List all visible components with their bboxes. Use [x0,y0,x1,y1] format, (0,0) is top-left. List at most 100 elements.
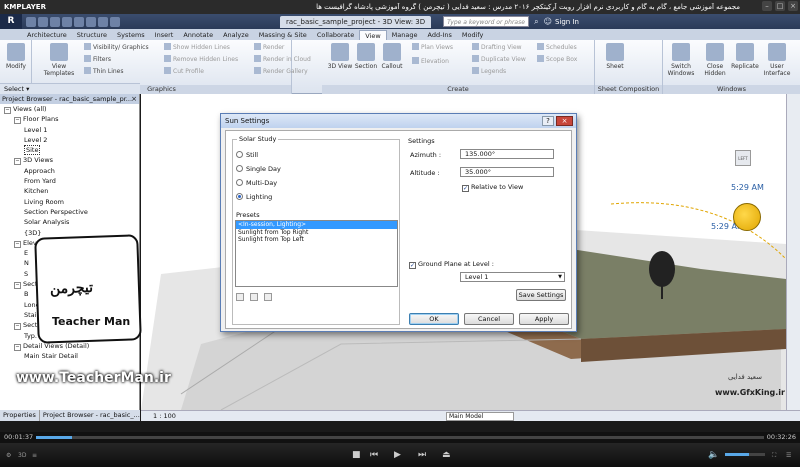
close-hidden-button[interactable]: Close Hidden [701,43,729,77]
tab-view[interactable]: View [359,30,387,40]
tree-item[interactable]: Level 1 [0,125,139,135]
plan-views-button[interactable]: Plan Views [412,43,453,53]
tab-massing-site[interactable]: Massing & Site [254,30,312,40]
signin-button[interactable]: Sign In [555,18,579,26]
delete-preset-icon[interactable] [264,293,272,301]
collapse-icon[interactable]: − [4,107,11,114]
text-icon[interactable] [98,16,108,27]
elevation-button[interactable]: Elevation [412,57,449,67]
volume-icon[interactable]: 🔈 [708,450,719,460]
render-in-cloud-button[interactable]: Render in Cloud [254,55,311,65]
user-interface-button[interactable]: User Interface [763,43,791,77]
collapse-icon[interactable]: − [14,158,21,166]
3d-view-button[interactable]: 3D View [326,43,354,70]
search-input[interactable]: Type a keyword or phrase [443,16,530,27]
viewport-scrollbar[interactable] [786,94,800,410]
azimuth-input[interactable]: 135.000° [460,149,554,159]
tree-item[interactable]: Site [0,145,139,156]
tree-item[interactable]: Section Perspective [0,207,139,217]
tree-item[interactable]: Main Stair Detail [0,351,139,361]
show-hidden-lines-button[interactable]: Show Hidden Lines [164,43,230,53]
tree-item[interactable]: Level 2 [0,135,139,145]
volume-slider[interactable] [725,453,765,456]
radio-lighting[interactable]: Lighting [236,193,272,202]
collapse-icon[interactable]: − [14,323,21,331]
seek-bar[interactable]: 00:01:37 00:32:26 [0,432,800,443]
view-scale[interactable]: 1 : 100 [153,411,176,422]
tab-annotate[interactable]: Annotate [178,30,218,40]
sun-icon[interactable] [733,203,761,231]
collapse-icon[interactable]: − [14,240,21,248]
section-button[interactable]: Section [352,43,380,70]
stop-icon[interactable]: ■ [352,450,361,460]
ground-plane-checkbox[interactable]: ✓ Ground Plane at Level : [409,260,494,269]
fullscreen-icon[interactable]: ⛶ [772,452,776,460]
cancel-button[interactable]: Cancel [464,313,514,325]
tab-architecture[interactable]: Architecture [22,30,72,40]
legends-button[interactable]: Legends [472,67,506,77]
apply-button[interactable]: Apply [519,313,569,325]
close-icon[interactable]: × [788,1,798,11]
tree-item[interactable]: Solar Analysis [0,217,139,227]
save-icon[interactable] [38,16,48,27]
tree-item[interactable]: Kitchen [0,186,139,196]
main-model-dropdown[interactable]: Main Model [446,412,514,421]
scope-box-button[interactable]: Scope Box [537,55,577,65]
help-icon[interactable]: ? [542,116,554,126]
tree-item[interactable]: Approach [0,166,139,176]
next-icon[interactable]: ⏭ [418,450,426,460]
radio-multi-day[interactable]: Multi-Day [236,179,277,188]
measure-icon[interactable] [86,16,96,27]
render-gallery-button[interactable]: Render Gallery [254,67,308,77]
close-icon[interactable]: × [556,116,573,126]
print-icon[interactable] [74,16,84,27]
previous-icon[interactable]: ⏮ [370,450,378,460]
settings-icon[interactable]: ⚙ [6,452,11,459]
undo-icon[interactable] [50,16,60,27]
minimize-icon[interactable]: – [762,1,772,11]
view-templates-button[interactable]: View Templates [42,43,76,77]
tab-insert[interactable]: Insert [150,30,179,40]
tab-add-ins[interactable]: Add-Ins [423,30,457,40]
thin-lines-button[interactable]: Thin Lines [84,67,123,77]
3d-view-icon[interactable] [110,16,120,27]
maximize-icon[interactable]: □ [775,1,785,11]
radio-still[interactable]: Still [236,151,258,160]
ok-button[interactable]: OK [409,313,459,325]
altitude-input[interactable]: 35.000° [460,167,554,177]
tree-item[interactable]: −3D Views [0,155,139,166]
preset-item[interactable]: Sunlight from Top Right [236,229,397,237]
callout-button[interactable]: Callout [378,43,406,70]
tab-collaborate[interactable]: Collaborate [312,30,359,40]
play-icon[interactable]: ▶ [394,450,401,460]
menu-icon[interactable]: ☰ [786,452,791,459]
collapse-icon[interactable]: − [14,282,21,290]
tree-item[interactable]: From Yard [0,176,139,186]
duplicate-view-button[interactable]: Duplicate View [472,55,526,65]
sheet-button[interactable]: Sheet [601,43,629,70]
switch-windows-button[interactable]: Switch Windows [667,43,695,77]
collapse-icon[interactable]: − [14,343,21,351]
visibility-graphics-button[interactable]: Visibility/ Graphics [84,43,149,53]
search-icon[interactable]: ⌕ [534,17,538,27]
equalizer-icon[interactable]: ≡ [32,452,37,459]
relative-to-view-checkbox[interactable]: ✓ Relative to View [462,183,523,192]
tab-properties[interactable]: Properties [0,410,40,421]
remove-hidden-lines-button[interactable]: Remove Hidden Lines [164,55,238,65]
revit-app-button[interactable]: R [0,14,22,29]
user-icon[interactable]: ☺ [544,17,552,26]
redo-icon[interactable] [62,16,72,27]
tab-analyze[interactable]: Analyze [218,30,254,40]
tree-item[interactable]: − Views (all) [0,104,139,114]
tab-modify[interactable]: Modify [457,30,489,40]
seek-track[interactable] [36,436,764,439]
filters-button[interactable]: Filters [84,55,111,65]
tree-item[interactable]: − Floor Plans [0,114,139,125]
tab-project-browser[interactable]: Project Browser - rac_basic_... [40,410,144,421]
radio-single-day[interactable]: Single Day [236,165,281,174]
tab-structure[interactable]: Structure [72,30,112,40]
schedules-button[interactable]: Schedules [537,43,577,53]
render-button[interactable]: Render [254,43,284,53]
tab-manage[interactable]: Manage [387,30,423,40]
rename-preset-icon[interactable] [250,293,258,301]
